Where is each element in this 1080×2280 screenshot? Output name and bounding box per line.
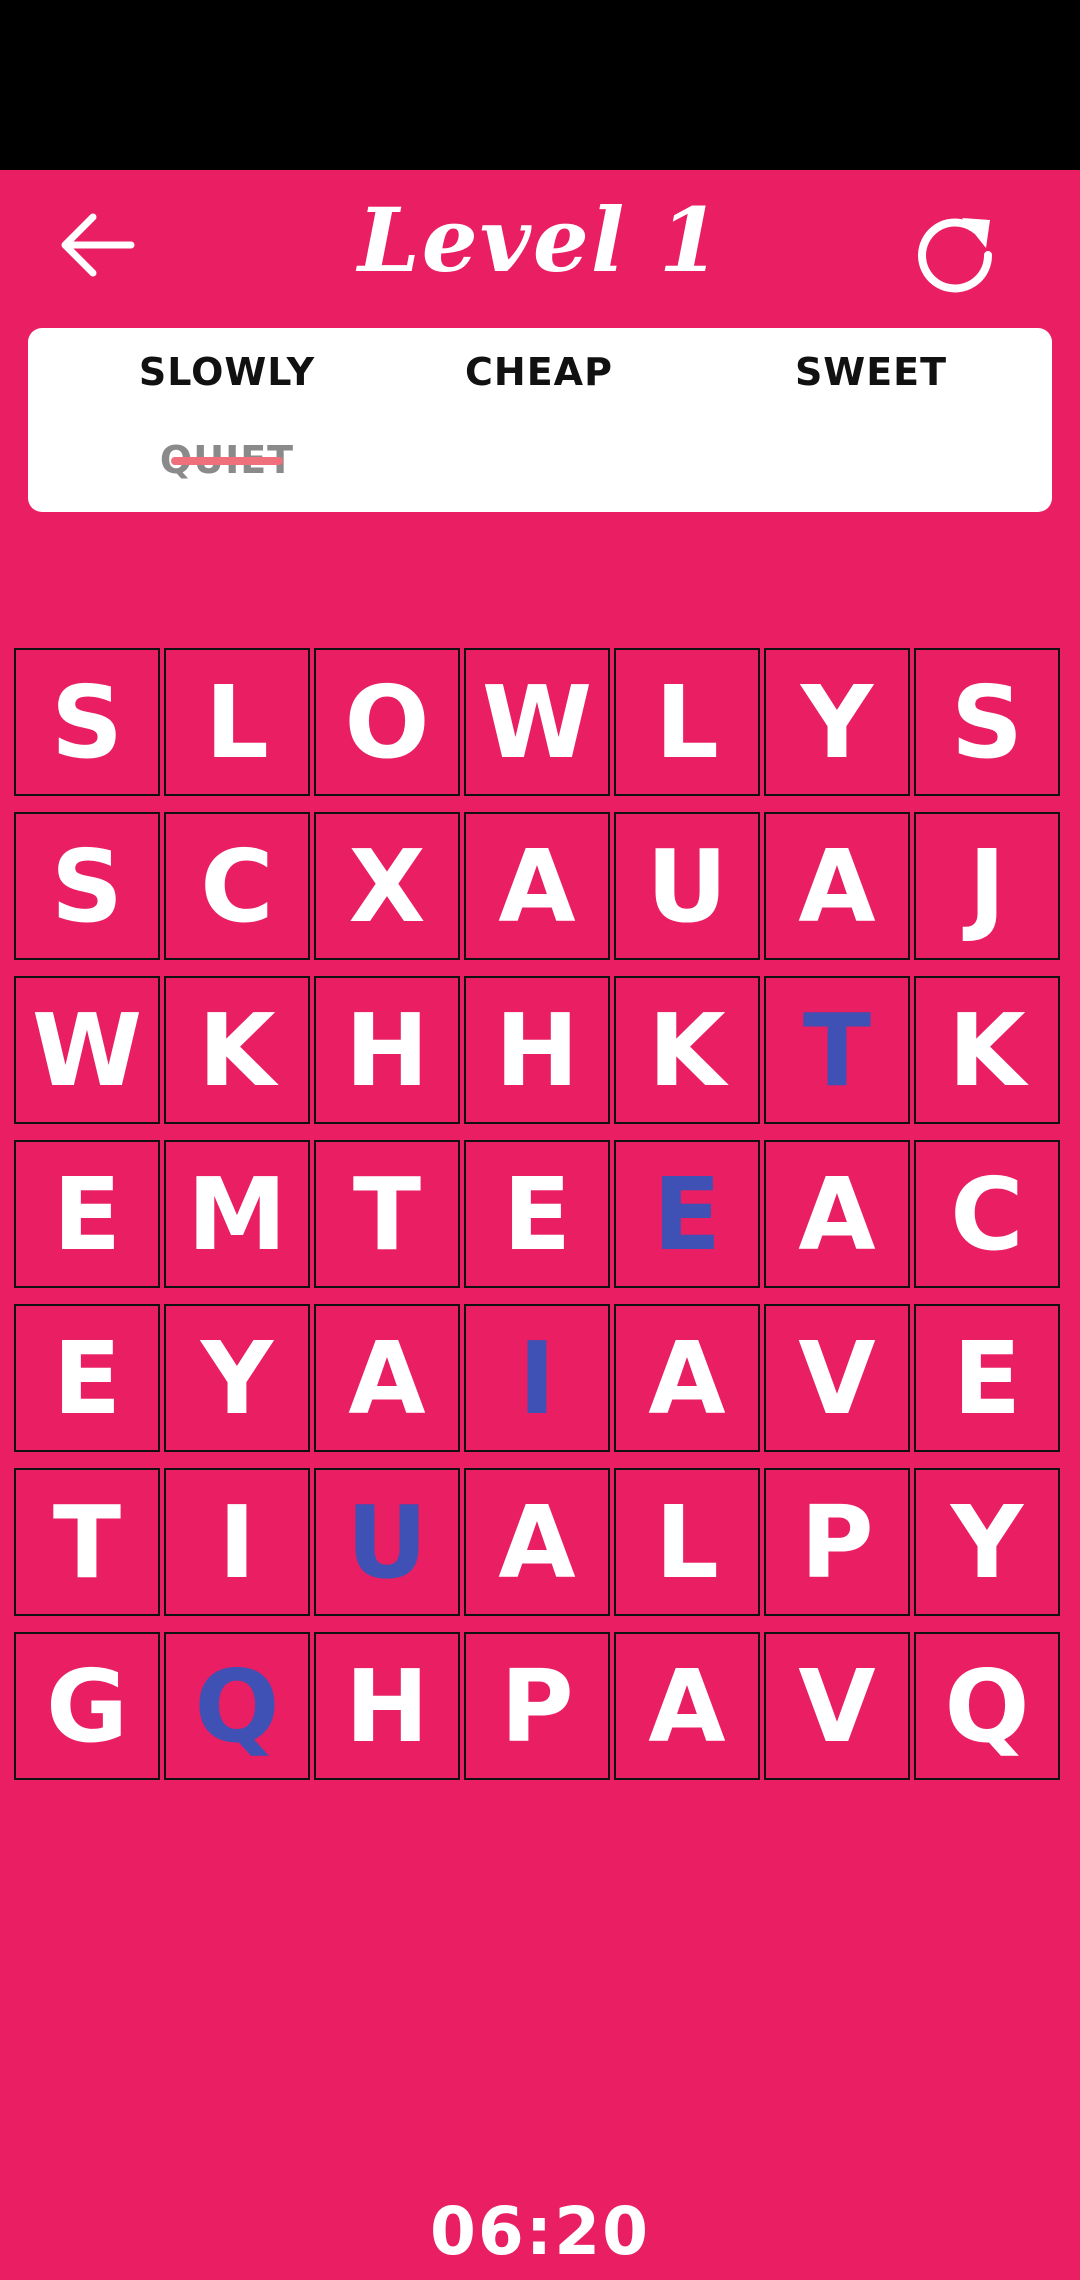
grid-cell[interactable]: K — [164, 976, 310, 1124]
grid-cell[interactable]: M — [164, 1140, 310, 1288]
grid-cell[interactable]: V — [764, 1632, 910, 1780]
grid-cell[interactable]: V — [764, 1304, 910, 1452]
grid-cell[interactable]: P — [464, 1632, 610, 1780]
grid-cell[interactable]: T — [14, 1468, 160, 1616]
header: Level 1 — [0, 170, 1080, 320]
grid-cell[interactable]: L — [614, 1468, 760, 1616]
grid-cell[interactable]: S — [914, 648, 1060, 796]
grid-cell[interactable]: K — [614, 976, 760, 1124]
grid-cell[interactable]: E — [464, 1140, 610, 1288]
grid-cell[interactable]: H — [464, 976, 610, 1124]
grid-cell[interactable]: H — [314, 976, 460, 1124]
grid-cell[interactable]: O — [314, 648, 460, 796]
word-item: SLOWLY — [77, 350, 377, 394]
grid-cell[interactable]: T — [314, 1140, 460, 1288]
grid-cell[interactable]: A — [614, 1304, 760, 1452]
word-label: SWEET — [794, 350, 948, 394]
word-label: CHEAP — [465, 350, 613, 394]
grid-cell[interactable]: W — [14, 976, 160, 1124]
grid-cell[interactable]: X — [314, 812, 460, 960]
grid-cell[interactable]: I — [464, 1304, 610, 1452]
grid-cell[interactable]: A — [314, 1304, 460, 1452]
grid-cell[interactable]: A — [464, 1468, 610, 1616]
grid-cell[interactable]: E — [14, 1304, 160, 1452]
grid-cell[interactable]: E — [614, 1140, 760, 1288]
grid-cell[interactable]: I — [164, 1468, 310, 1616]
grid-cell[interactable]: A — [614, 1632, 760, 1780]
grid-cell[interactable]: A — [764, 812, 910, 960]
grid-cell[interactable]: U — [314, 1468, 460, 1616]
timer: 06:20 — [429, 2193, 651, 2270]
grid-cell[interactable]: A — [764, 1140, 910, 1288]
grid-cell[interactable]: A — [464, 812, 610, 960]
word-label: SLOWLY — [138, 350, 316, 394]
strike-line — [171, 457, 283, 465]
grid-cell[interactable]: P — [764, 1468, 910, 1616]
word-item: QUIET — [77, 438, 377, 482]
letter-grid: SLOWLYSSCXAUAJWKHHKTKEMTEEACEYAIAVETIUAL… — [14, 648, 1066, 1784]
grid-cell[interactable]: S — [14, 812, 160, 960]
grid-cell[interactable]: S — [14, 648, 160, 796]
grid-cell[interactable]: Q — [164, 1632, 310, 1780]
grid-cell[interactable]: K — [914, 976, 1060, 1124]
grid-cell[interactable]: J — [914, 812, 1060, 960]
grid-cell[interactable]: U — [614, 812, 760, 960]
grid-cell[interactable]: T — [764, 976, 910, 1124]
grid-cell[interactable]: Y — [764, 648, 910, 796]
grid-cell[interactable]: L — [614, 648, 760, 796]
word-list-panel: SLOWLY CHEAP SWEET QUIET — [28, 328, 1052, 512]
refresh-icon — [918, 218, 993, 293]
grid-cell[interactable]: C — [914, 1140, 1060, 1288]
grid-cell[interactable]: E — [914, 1304, 1060, 1452]
status-bar — [0, 0, 1080, 170]
grid-cell[interactable]: Y — [914, 1468, 1060, 1616]
restart-button[interactable] — [905, 205, 1005, 305]
grid-cell[interactable]: L — [164, 648, 310, 796]
grid-cell[interactable]: W — [464, 648, 610, 796]
grid-cell[interactable]: Y — [164, 1304, 310, 1452]
grid-cell[interactable]: Q — [914, 1632, 1060, 1780]
grid-cell[interactable]: H — [314, 1632, 460, 1780]
grid-cell[interactable]: C — [164, 812, 310, 960]
word-item: CHEAP — [389, 350, 689, 394]
word-item: SWEET — [721, 350, 1021, 394]
grid-cell[interactable]: E — [14, 1140, 160, 1288]
grid-cell[interactable]: G — [14, 1632, 160, 1780]
